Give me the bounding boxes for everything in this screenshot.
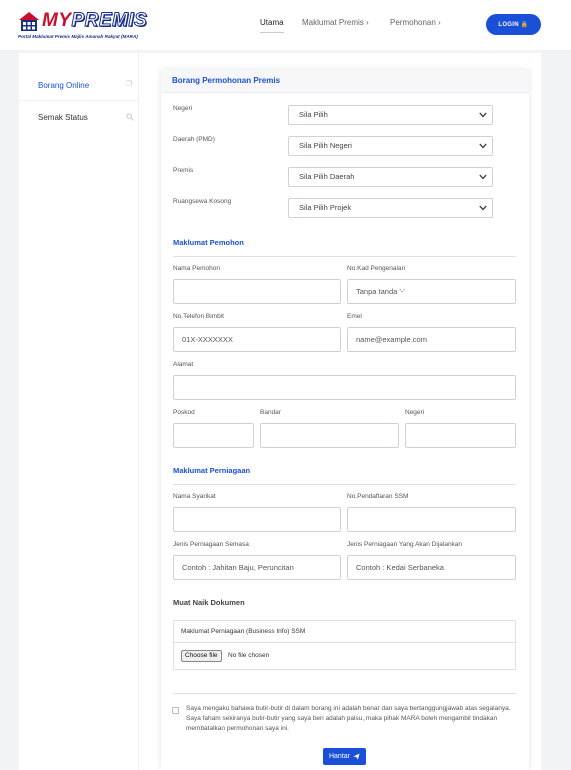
consent-text: Saya mengaku bahawa butir-butir di dalam… — [186, 705, 511, 732]
kad-pengenalan-input[interactable]: Tanpa tanda '-' — [347, 279, 516, 304]
nama-pemohon-label: Nama Pemohon — [173, 265, 220, 272]
perniagaan-akan-input[interactable]: Contoh : Kedai Serbaneka — [347, 555, 516, 580]
chevron-down-icon — [479, 143, 487, 149]
ruangsewa-select[interactable]: Sila Pilih Projek — [288, 198, 493, 218]
nama-syarikat-input[interactable] — [173, 507, 341, 532]
send-icon — [353, 753, 360, 760]
premis-select-value: Sila Pilih Daerah — [299, 172, 355, 181]
bandar-label: Bandar — [260, 409, 281, 416]
poskod-label: Poskod — [173, 409, 195, 416]
search-icon — [126, 113, 134, 121]
alamat-negeri-label: Negeri — [405, 409, 425, 416]
premis-label: Premis — [173, 167, 194, 174]
negeri-select[interactable]: Sila Pilih — [288, 105, 493, 125]
submit-button[interactable]: Hantar — [323, 748, 366, 765]
ssm-label: No.Pendaftaran SSM — [347, 493, 409, 500]
dokumen-section-title: Muat Naik Dokumen — [173, 598, 245, 607]
telefon-input[interactable]: 01X-XXXXXXX — [173, 327, 341, 352]
top-header: MYPREMIS Portal Maklumat Premis Majlis A… — [0, 0, 571, 50]
nav-permohonan[interactable]: Permohonan › — [390, 18, 441, 27]
choose-file-button[interactable]: Choose file — [181, 650, 222, 662]
daerah-select[interactable]: Sila Pilih Negeri — [288, 136, 493, 156]
nama-syarikat-label: Nama Syarikat — [173, 493, 216, 500]
submit-label: Hantar — [328, 753, 350, 760]
pemohon-section-title: Maklumat Pemohon — [173, 238, 244, 247]
alamat-negeri-input[interactable] — [405, 423, 516, 448]
poskod-input[interactable] — [173, 423, 254, 448]
negeri-label: Negeri — [173, 105, 193, 112]
sidebar-item-borang-online[interactable]: Borang Online ❐ — [19, 69, 139, 101]
chevron-down-icon — [479, 205, 487, 211]
ruangsewa-label: Ruangsewa Kosong — [173, 198, 232, 205]
perniagaan-akan-label: Jenis Perniagaan Yang Akan Dijalankan — [347, 541, 463, 548]
telefon-label: No.Telefon Bimbit — [173, 313, 224, 320]
emel-label: Emel — [347, 313, 362, 320]
mypremis-logo[interactable]: MYPREMIS Portal Maklumat Premis Majlis A… — [18, 9, 158, 43]
nav-maklumat-premis[interactable]: Maklumat Premis › — [302, 18, 369, 27]
emel-input[interactable]: name@example.com — [347, 327, 516, 352]
ruangsewa-select-value: Sila Pilih Projek — [299, 203, 352, 212]
building-icon — [19, 12, 39, 31]
chevron-down-icon — [479, 112, 487, 118]
logo-wordmark: MYPREMIS — [42, 10, 148, 32]
premis-select[interactable]: Sila Pilih Daerah — [288, 167, 493, 187]
alamat-input[interactable] — [173, 375, 516, 400]
nama-pemohon-input[interactable] — [173, 279, 341, 304]
section-divider — [173, 256, 516, 257]
consent-divider — [173, 693, 516, 694]
chevron-down-icon — [479, 174, 487, 180]
sidebar-item-label: Borang Online — [38, 80, 90, 90]
form-title: Borang Permohonan Premis — [161, 70, 529, 93]
sidebar: Borang Online ❐ Semak Status — [19, 53, 139, 770]
perniagaan-semasa-label: Jenis Perniagaan Semasa — [173, 541, 249, 548]
daerah-label: Daerah (PMD) — [173, 136, 215, 143]
bandar-input[interactable] — [260, 423, 399, 448]
daerah-select-value: Sila Pilih Negeri — [299, 141, 352, 150]
logo-subtitle: Portal Maklumat Premis Majlis Amanah Rak… — [18, 34, 138, 39]
nav-utama[interactable]: Utama — [260, 18, 284, 33]
ssm-input[interactable] — [347, 507, 516, 532]
copy-icon: ❐ — [126, 81, 133, 88]
perniagaan-section-title: Maklumat Perniagaan — [173, 466, 251, 475]
consent-checkbox[interactable] — [172, 707, 179, 714]
document-upload-title: Maklumat Perniagaan (Business Info) SSM — [174, 621, 515, 643]
negeri-select-value: Sila Pilih — [299, 110, 328, 119]
sidebar-divider — [19, 100, 139, 101]
alamat-label: Alamat — [173, 361, 194, 368]
login-button[interactable]: LOGIN 🔒 — [486, 14, 541, 35]
kad-pengenalan-label: No.Kad Pengenalan — [347, 265, 406, 272]
document-upload-box: Maklumat Perniagaan (Business Info) SSM … — [173, 620, 516, 670]
section-divider — [173, 484, 516, 485]
no-file-text: No file chosen — [228, 652, 270, 659]
sidebar-item-label: Semak Status — [38, 112, 88, 122]
perniagaan-semasa-input[interactable]: Contoh : Jahitan Baju, Peruncitan — [173, 555, 341, 580]
sidebar-item-semak-status[interactable]: Semak Status — [19, 101, 139, 133]
